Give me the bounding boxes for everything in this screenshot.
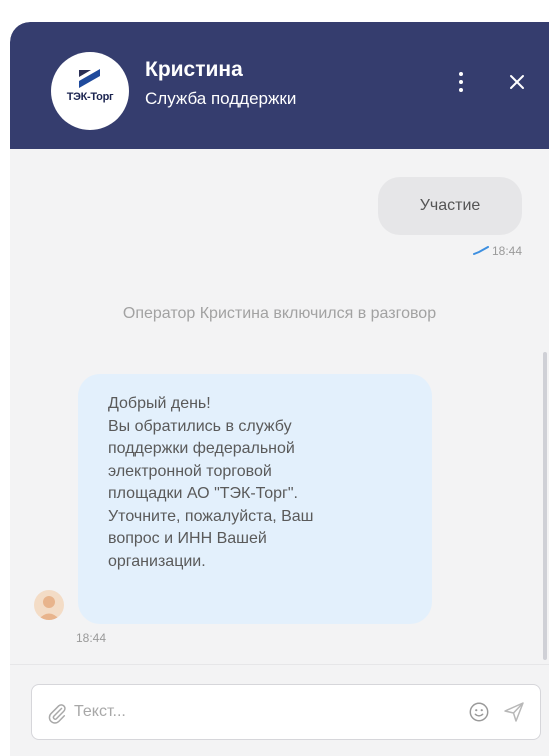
message-composer: [31, 684, 541, 740]
company-logo: ТЭК-Торг: [51, 52, 129, 130]
more-vertical-icon[interactable]: [451, 68, 471, 96]
message-input[interactable]: [74, 697, 454, 727]
outgoing-message: Участие: [378, 177, 522, 235]
composer-divider: [10, 664, 549, 665]
outgoing-message-text: Участие: [419, 197, 481, 214]
logo-mark-icon: [79, 69, 100, 88]
agent-role: Служба поддержки: [145, 89, 297, 108]
incoming-message-time: 18:44: [76, 631, 107, 645]
incoming-message-line: Вы обратились в службу: [108, 417, 292, 435]
operator-avatar: [34, 590, 64, 620]
chat-header: ТЭК-Торг Кристина Служба поддержки: [10, 22, 549, 149]
incoming-message-line: электронной торговой: [108, 462, 272, 480]
incoming-message-line: Добрый день!: [108, 395, 211, 412]
close-icon[interactable]: [505, 70, 529, 94]
logo-text: ТЭК-Торг: [66, 91, 114, 103]
incoming-message-line: вопрос и ИНН Вашей: [108, 530, 267, 547]
agent-name: Кристина: [145, 58, 243, 81]
incoming-message-line: поддержки федеральной: [108, 440, 295, 457]
chat-widget: ТЭК-Торг Кристина Служба поддержки Участ…: [10, 22, 549, 756]
outgoing-message-meta: 18:44: [450, 242, 522, 260]
scrollbar[interactable]: [543, 352, 547, 660]
outgoing-message-time: 18:44: [491, 244, 522, 258]
check-icon: [472, 246, 489, 255]
user-avatar-icon: [38, 596, 60, 620]
send-icon[interactable]: [502, 700, 526, 724]
system-message: Оператор Кристина включился в разговор: [122, 305, 437, 322]
incoming-message-line: площадки АО "ТЭК-Торг".: [108, 485, 298, 502]
paperclip-icon[interactable]: [46, 702, 68, 724]
incoming-message: Добрый день! Вы обратились в службу подд…: [78, 374, 432, 624]
incoming-message-line: организации.: [108, 552, 206, 570]
smiley-icon[interactable]: [468, 701, 490, 723]
incoming-message-line: Уточните, пожалуйста, Ваш: [108, 507, 314, 525]
